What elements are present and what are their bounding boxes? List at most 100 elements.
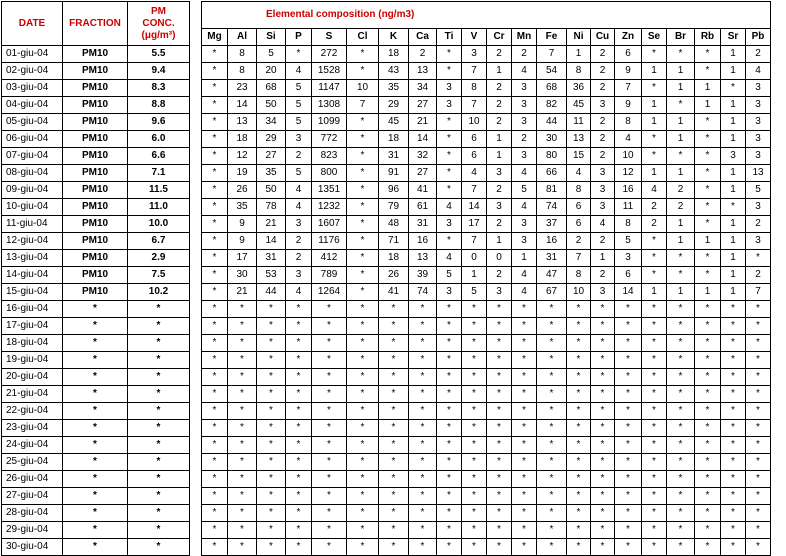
table-row: 07-giu-04 PM10 6.6 (1, 147, 190, 165)
element-value-cell: 12 (227, 147, 257, 165)
element-value-cell: 1147 (311, 79, 347, 97)
element-value-cell: * (227, 487, 257, 505)
element-value-cell: 1 (666, 232, 695, 250)
element-value-cell: * (666, 368, 695, 386)
element-value-cell: * (256, 470, 286, 488)
element-value-cell: * (694, 334, 721, 352)
element-value-cell: * (536, 470, 567, 488)
element-value-cell: * (486, 351, 512, 369)
date-cell: 27-giu-04 (1, 487, 63, 505)
element-value-cell: 1 (694, 96, 721, 114)
element-value-cell: * (346, 521, 379, 539)
element-value-cell: 3 (590, 198, 615, 216)
element-value-cell: * (486, 538, 512, 556)
element-value-cell: * (378, 368, 409, 386)
element-value-cell: * (566, 402, 591, 420)
element-value-cell: * (346, 402, 379, 420)
element-value-cell: * (745, 300, 771, 318)
fraction-cell: * (62, 368, 128, 386)
element-value-cell: * (346, 283, 379, 301)
element-value-cell: 26 (227, 181, 257, 199)
element-value-cell: * (346, 385, 379, 403)
element-value-cell: * (536, 317, 567, 335)
element-value-cell: 13 (745, 164, 771, 182)
table-row: * 17 31 2 412 * 18 13 4 0 0 1 31 7 1 3 * * * 1 * (201, 249, 771, 267)
element-value-cell: * (614, 538, 642, 556)
element-value-cell: * (256, 504, 286, 522)
date-cell: 17-giu-04 (1, 317, 63, 335)
element-value-cell: * (666, 402, 695, 420)
fraction-cell: PM10 (62, 113, 128, 131)
element-value-cell: * (486, 487, 512, 505)
element-value-cell: 29 (378, 96, 409, 114)
element-value-cell: 1 (486, 62, 512, 80)
element-value-cell: 1 (720, 232, 746, 250)
element-value-cell: * (536, 351, 567, 369)
element-value-cell: 66 (536, 164, 567, 182)
element-value-cell: 2 (745, 266, 771, 284)
pm-conc-cell: * (127, 419, 190, 437)
element-value-cell: * (720, 385, 746, 403)
element-value-cell: 3 (436, 283, 462, 301)
element-value-cell: * (311, 487, 347, 505)
element-value-cell: * (694, 487, 721, 505)
pm-conc-cell: 7.1 (127, 164, 190, 182)
element-value-cell: * (285, 504, 312, 522)
pm-conc-cell: * (127, 317, 190, 335)
element-value-cell: 5 (461, 283, 487, 301)
element-value-cell: 1 (720, 62, 746, 80)
element-value-cell: * (311, 436, 347, 454)
date-cell: 08-giu-04 (1, 164, 63, 182)
element-value-cell: * (590, 334, 615, 352)
element-value-cell: * (614, 487, 642, 505)
element-value-cell: * (346, 130, 379, 148)
element-value-cell: 2 (566, 232, 591, 250)
element-value-cell: 1 (641, 283, 667, 301)
element-value-cell: * (346, 300, 379, 318)
table-row: 25-giu-04 * * (1, 453, 190, 471)
element-value-cell: * (436, 538, 462, 556)
element-value-cell: 2 (590, 79, 615, 97)
element-value-cell: 3 (590, 96, 615, 114)
element-value-cell: * (536, 504, 567, 522)
element-value-cell: 1 (720, 96, 746, 114)
table-row: 21-giu-04 * * (1, 385, 190, 403)
table-row: * * * * * * * * * * * * * * * * * * * * * (201, 385, 771, 403)
element-value-cell: 3 (745, 130, 771, 148)
pm-conc-cell: 6.6 (127, 147, 190, 165)
element-value-cell: * (227, 385, 257, 403)
element-value-cell: * (408, 317, 437, 335)
element-value-cell: 11 (566, 113, 591, 131)
element-value-cell: * (256, 521, 286, 539)
element-value-cell: 3 (436, 215, 462, 233)
element-value-cell: * (641, 385, 667, 403)
element-value-cell: * (641, 249, 667, 267)
element-value-cell: 79 (378, 198, 409, 216)
element-value-cell: * (378, 334, 409, 352)
element-value-cell: 1 (486, 147, 512, 165)
element-value-cell: * (720, 436, 746, 454)
table-row: * * * * * * * * * * * * * * * * * * * * * (201, 368, 771, 386)
element-value-cell: * (408, 487, 437, 505)
element-value-cell: * (694, 130, 721, 148)
element-value-cell: * (720, 402, 746, 420)
table-row: * 8 5 * 272 * 18 2 * 3 2 2 7 1 2 6 * * * 1 2 (201, 45, 771, 63)
element-value-cell: 13 (566, 130, 591, 148)
table-row: * 35 78 4 1232 * 79 61 4 14 3 4 74 6 3 11 2 2 * * 3 (201, 198, 771, 216)
element-value-cell: 7 (461, 232, 487, 250)
table-row: * 21 44 4 1264 * 41 74 3 5 3 4 67 10 3 14 1 1 1 1 7 (201, 283, 771, 301)
table-row: 13-giu-04 PM10 2.9 (1, 249, 190, 267)
date-cell: 28-giu-04 (1, 504, 63, 522)
element-value-cell: * (566, 334, 591, 352)
fraction-cell: PM10 (62, 147, 128, 165)
element-value-cell: * (378, 470, 409, 488)
element-value-cell: 15 (566, 147, 591, 165)
element-value-cell: * (745, 419, 771, 437)
element-value-cell: * (666, 317, 695, 335)
element-value-cell: 2 (486, 45, 512, 63)
date-cell: 01-giu-04 (1, 45, 63, 63)
element-value-cell: * (566, 538, 591, 556)
element-value-cell: * (311, 521, 347, 539)
element-value-cell: * (720, 504, 746, 522)
element-value-cell: 2 (408, 45, 437, 63)
